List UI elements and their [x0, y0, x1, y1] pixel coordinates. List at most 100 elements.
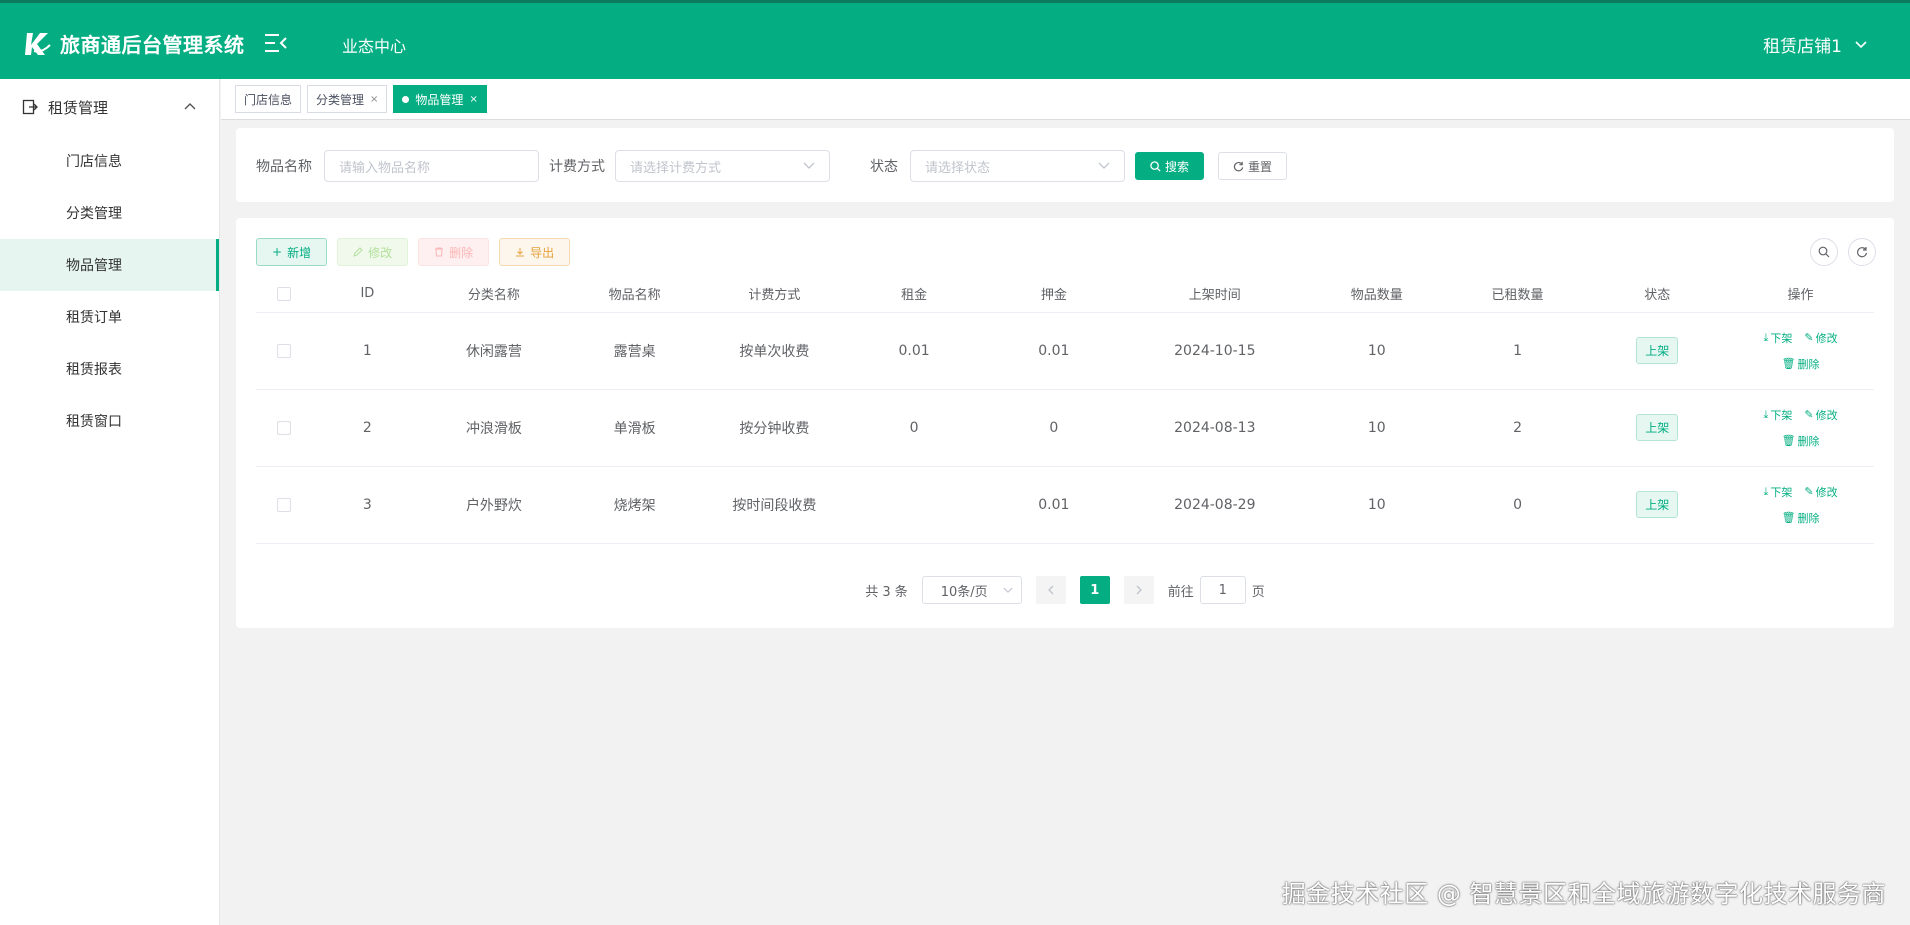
edit-button[interactable]: 修改: [337, 238, 409, 266]
close-icon[interactable]: ×: [370, 94, 378, 105]
export-button[interactable]: 导出: [499, 238, 571, 266]
chevron-up-icon: [184, 103, 196, 110]
cell-date: 2024-08-13: [1123, 389, 1306, 467]
column-header: 物品数量: [1305, 276, 1448, 313]
table-header-row: ID 分类名称 物品名称 计费方式 租金 押金 上架时间 物品数量 已租数量 状…: [256, 276, 1874, 313]
column-header: ID: [311, 276, 424, 313]
download-icon: ⤓: [1763, 407, 1769, 421]
table-panel: + 新增 修改 删除 导出 ID 分类名称 物品名称 计费方式 租金 押金 上架…: [236, 218, 1894, 628]
search-button[interactable]: 搜索: [1135, 152, 1205, 180]
download-icon: [516, 248, 525, 257]
sidebar-item-label: 租赁报表: [66, 362, 122, 378]
user-menu[interactable]: 租赁店铺1: [1763, 32, 1868, 57]
sidebar-item-goods[interactable]: 物品管理: [0, 239, 219, 291]
edit-icon: ✎: [1804, 331, 1814, 344]
sidebar-group-rental[interactable]: 租赁管理: [0, 79, 219, 135]
sidebar-item-store-info[interactable]: 门店信息: [0, 135, 219, 187]
field-item-name: 物品名称 请输入物品名称: [256, 150, 539, 182]
delete-action[interactable]: 🗑 删除: [1782, 356, 1820, 372]
tab-goods[interactable]: 物品管理 ×: [393, 85, 487, 113]
select-all-cell[interactable]: [256, 276, 312, 313]
close-icon[interactable]: ×: [469, 94, 477, 105]
tab-category[interactable]: 分类管理 ×: [307, 85, 388, 113]
search-form: 物品名称 请输入物品名称 计费方式 请选择计费方式 状态 请选择状态 搜索 重置: [236, 128, 1894, 202]
sidebar-item-label: 分类管理: [66, 206, 122, 222]
refresh-icon: [1856, 247, 1868, 258]
goto-label: 前往: [1167, 584, 1194, 600]
status-select[interactable]: 请选择状态: [910, 150, 1125, 182]
edit-action[interactable]: ✎ 修改: [1804, 330, 1837, 346]
goto-page-input[interactable]: 1: [1199, 576, 1246, 604]
tab-store-info[interactable]: 门店信息: [235, 85, 302, 113]
status-badge: 上架: [1636, 491, 1679, 518]
active-dot-icon: [402, 95, 410, 103]
unlist-action[interactable]: ⤓ 下架: [1764, 407, 1793, 423]
page-size-select[interactable]: 10条/页: [921, 576, 1022, 604]
row-checkbox[interactable]: [276, 497, 291, 512]
sidebar-item-reports[interactable]: 租赁报表: [0, 343, 219, 395]
chevron-right-icon: [1136, 585, 1142, 595]
delete-label: 删除: [1797, 357, 1820, 371]
brand[interactable]: 旅商通后台管理系统: [24, 29, 245, 58]
row-checkbox[interactable]: [276, 420, 291, 435]
tab-label: 物品管理: [415, 92, 464, 107]
cell-category: 休闲露营: [423, 312, 565, 390]
column-header: 状态: [1587, 276, 1728, 313]
trash-icon: 🗑: [1781, 434, 1796, 447]
cell-billing: 按时间段收费: [704, 466, 845, 544]
row-checkbox[interactable]: [276, 343, 291, 358]
brand-title: 旅商通后台管理系统: [60, 33, 245, 57]
trash-icon: 🗑: [1781, 511, 1796, 524]
cell-id: 1: [311, 312, 424, 390]
cell-category: 冲浪滑板: [423, 389, 565, 467]
delete-button[interactable]: 删除: [418, 238, 490, 266]
cell-name: 单滑板: [564, 389, 705, 467]
add-button[interactable]: + 新增: [256, 238, 328, 266]
nav-business-center[interactable]: 业态中心: [342, 33, 406, 57]
delete-action[interactable]: 🗑 删除: [1782, 510, 1820, 526]
item-name-label: 物品名称: [256, 159, 312, 175]
page-size-value: 10条/页: [940, 584, 988, 600]
cell-id: 2: [311, 389, 424, 467]
sidebar-item-window[interactable]: 租赁窗口: [0, 395, 219, 447]
sidebar-item-orders[interactable]: 租赁订单: [0, 291, 219, 343]
table-row: 1 休闲露营 露营桌 按单次收费 0.01 0.01 2024-10-15 10…: [256, 312, 1874, 390]
select-all-checkbox[interactable]: [276, 286, 291, 301]
reset-button[interactable]: 重置: [1218, 152, 1288, 180]
cell-deposit: 0.01: [983, 312, 1124, 390]
chevron-down-icon: [1098, 162, 1110, 169]
cell-billing: 按分钟收费: [704, 389, 845, 467]
unlist-action[interactable]: ⤓ 下架: [1764, 484, 1793, 500]
cell-category: 户外野炊: [423, 466, 565, 544]
menu-fold-icon[interactable]: [264, 32, 288, 54]
prev-page-button[interactable]: [1035, 576, 1066, 604]
delete-button-label: 删除: [449, 245, 474, 260]
delete-label: 删除: [1797, 434, 1820, 448]
table-tools: [1810, 238, 1876, 266]
column-header: 计费方式: [704, 276, 845, 313]
chevron-down-icon: [803, 162, 815, 169]
table-row: 3 户外野炊 烧烤架 按时间段收费 0.01 2024-08-29 10 0 上…: [256, 466, 1874, 544]
field-billing: 计费方式 请选择计费方式: [549, 150, 830, 182]
edit-icon: ✎: [1804, 408, 1814, 421]
toggle-search-button[interactable]: [1810, 238, 1838, 266]
cell-qty: 10: [1305, 389, 1448, 467]
unlist-action[interactable]: ⤓ 下架: [1764, 330, 1793, 346]
item-name-input[interactable]: 请输入物品名称: [324, 150, 539, 182]
cell-qty: 10: [1305, 466, 1448, 544]
page-number[interactable]: 1: [1079, 576, 1110, 604]
cell-rented: 0: [1447, 466, 1588, 544]
edit-action[interactable]: ✎ 修改: [1804, 407, 1837, 423]
next-page-button[interactable]: [1123, 576, 1154, 604]
refresh-button[interactable]: [1848, 238, 1876, 266]
row-actions: ⤓ 下架 ✎ 修改 🗑 删除: [1727, 407, 1874, 449]
billing-select[interactable]: 请选择计费方式: [615, 150, 830, 182]
edit-label: 修改: [1815, 331, 1838, 345]
sidebar-item-category[interactable]: 分类管理: [0, 187, 219, 239]
unlist-label: 下架: [1770, 331, 1793, 345]
edit-action[interactable]: ✎ 修改: [1804, 484, 1837, 500]
export-button-label: 导出: [530, 245, 555, 260]
cell-name: 烧烤架: [564, 466, 705, 544]
delete-action[interactable]: 🗑 删除: [1782, 433, 1820, 449]
row-actions: ⤓ 下架 ✎ 修改 🗑 删除: [1727, 484, 1874, 526]
